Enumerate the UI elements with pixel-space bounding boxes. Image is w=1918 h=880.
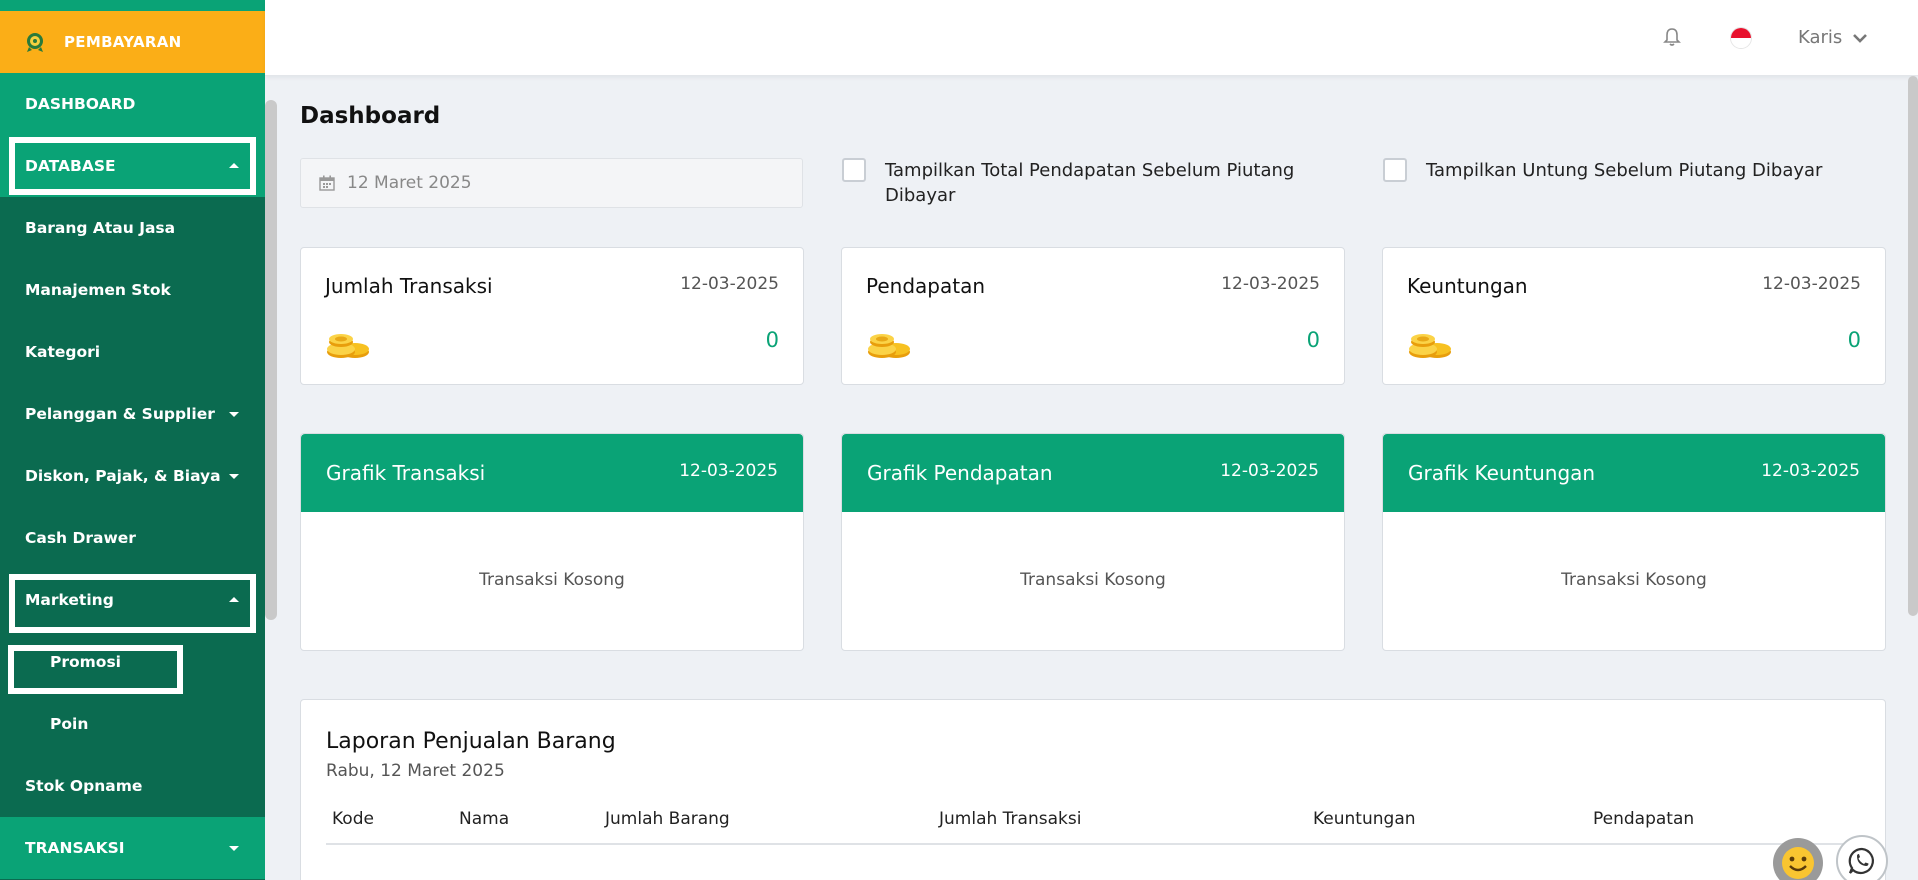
chart-empty-message: Transaksi Kosong	[1561, 570, 1707, 590]
chart-card-transaksi: Grafik Transaksi 12-03-2025 Transaksi Ko…	[300, 433, 804, 651]
brand-logo-icon	[27, 33, 43, 52]
user-name: Karis	[1798, 27, 1843, 48]
sidebar-top-strip	[0, 0, 265, 11]
checkbox-pendapatan-label: Tampilkan Total Pendapatan Sebelum Piuta…	[885, 160, 1295, 206]
sidebar-item-dashboard[interactable]: DASHBOARD	[0, 73, 265, 135]
chart-date: 12-03-2025	[1761, 461, 1860, 481]
chevron-down-icon	[1853, 33, 1868, 43]
bell-icon[interactable]	[1663, 27, 1681, 47]
whatsapp-icon	[1848, 847, 1874, 875]
coins-icon	[327, 334, 369, 358]
checkbox-untung-label: Tampilkan Untung Sebelum Piutang Dibayar	[1426, 160, 1823, 181]
report-card: Laporan Penjualan Barang Rabu, 12 Maret …	[300, 699, 1886, 880]
sidebar-item-label: Diskon, Pajak, & Biaya	[25, 467, 221, 485]
user-menu[interactable]: Karis	[1798, 27, 1868, 48]
stat-value: 0	[1847, 328, 1861, 352]
sidebar-item-label: TRANSAKSI	[25, 839, 125, 857]
chat-emoji-button[interactable]	[1773, 838, 1823, 880]
chart-date: 12-03-2025	[679, 461, 778, 481]
column-header-nama[interactable]: Nama	[459, 809, 509, 829]
main-scrollbar[interactable]	[1908, 76, 1918, 616]
sidebar: PEMBAYARAN DASHBOARD DATABASE Barang Ata…	[0, 0, 265, 880]
caret-down-icon	[229, 474, 239, 479]
caret-down-icon	[229, 412, 239, 417]
coins-icon	[868, 334, 910, 358]
column-header-kode[interactable]: Kode	[332, 809, 374, 829]
coins-icon	[1409, 334, 1451, 358]
stat-card-pendapatan: Pendapatan 12-03-2025 0	[841, 247, 1345, 385]
sidebar-item-transaksi[interactable]: TRANSAKSI	[0, 817, 265, 879]
stat-title: Jumlah Transaksi	[325, 274, 493, 298]
topbar: Karis	[265, 0, 1918, 76]
stat-value: 0	[765, 328, 779, 352]
indonesia-flag-icon[interactable]	[1730, 27, 1752, 49]
column-header-jumlah-transaksi[interactable]: Jumlah Transaksi	[939, 809, 1081, 829]
chart-card-pendapatan: Grafik Pendapatan 12-03-2025 Transaksi K…	[841, 433, 1345, 651]
brand-header[interactable]: PEMBAYARAN	[0, 11, 265, 73]
sidebar-item-label: Cash Drawer	[25, 529, 136, 547]
brand-label: PEMBAYARAN	[64, 33, 182, 51]
sidebar-item-label: Pelanggan & Supplier	[25, 405, 215, 423]
chart-card-keuntungan: Grafik Keuntungan 12-03-2025 Transaksi K…	[1382, 433, 1886, 651]
sidebar-item-diskon-pajak-biaya[interactable]: Diskon, Pajak, & Biaya	[0, 445, 265, 507]
chart-title: Grafik Transaksi	[326, 461, 486, 485]
sidebar-item-poin[interactable]: Poin	[0, 693, 265, 755]
sidebar-item-label: DASHBOARD	[25, 95, 136, 113]
stat-date: 12-03-2025	[1221, 274, 1320, 294]
stat-card-transaksi: Jumlah Transaksi 12-03-2025 0	[300, 247, 804, 385]
smiley-icon	[1782, 847, 1814, 879]
date-value: 12 Maret 2025	[347, 173, 472, 193]
sidebar-item-label: Stok Opname	[25, 777, 143, 795]
report-subtitle: Rabu, 12 Maret 2025	[326, 761, 505, 781]
caret-down-icon	[229, 846, 239, 851]
whatsapp-button[interactable]	[1836, 835, 1888, 880]
chart-empty-message: Transaksi Kosong	[1020, 570, 1166, 590]
sidebar-item-label: Kategori	[25, 343, 101, 361]
sidebar-item-label: Barang Atau Jasa	[25, 219, 176, 237]
sidebar-item-manajemen-stok[interactable]: Manajemen Stok	[0, 259, 265, 321]
checkbox-untung[interactable]	[1383, 158, 1407, 182]
sidebar-item-pelanggan-supplier[interactable]: Pelanggan & Supplier	[0, 383, 265, 445]
sidebar-item-kategori[interactable]: Kategori	[0, 321, 265, 383]
stat-title: Pendapatan	[866, 274, 986, 298]
calendar-icon	[319, 175, 335, 191]
column-header-keuntungan[interactable]: Keuntungan	[1313, 809, 1416, 829]
sidebar-item-barang-atau-jasa[interactable]: Barang Atau Jasa	[0, 197, 265, 259]
stat-date: 12-03-2025	[1762, 274, 1861, 294]
sidebar-item-label: Manajemen Stok	[25, 281, 171, 299]
highlight-marketing	[9, 574, 256, 633]
highlight-promosi	[8, 645, 183, 694]
chart-title: Grafik Keuntungan	[1408, 461, 1596, 485]
sidebar-item-stok-opname[interactable]: Stok Opname	[0, 755, 265, 817]
stat-title: Keuntungan	[1407, 274, 1528, 298]
chart-date: 12-03-2025	[1220, 461, 1319, 481]
sidebar-scrollbar[interactable]	[265, 100, 277, 620]
stat-card-keuntungan: Keuntungan 12-03-2025 0	[1382, 247, 1886, 385]
table-header-divider	[326, 843, 1860, 845]
sidebar-item-label: Poin	[50, 715, 89, 733]
page-title: Dashboard	[300, 103, 441, 129]
chart-empty-message: Transaksi Kosong	[479, 570, 625, 590]
stat-date: 12-03-2025	[680, 274, 779, 294]
checkbox-pendapatan[interactable]	[842, 158, 866, 182]
chart-header: Grafik Transaksi 12-03-2025	[301, 434, 803, 512]
stat-value: 0	[1306, 328, 1320, 352]
column-header-pendapatan[interactable]: Pendapatan	[1593, 809, 1694, 829]
sidebar-item-cash-drawer[interactable]: Cash Drawer	[0, 507, 265, 569]
date-picker-input[interactable]: 12 Maret 2025	[300, 158, 803, 208]
chart-header: Grafik Pendapatan 12-03-2025	[842, 434, 1344, 512]
report-title: Laporan Penjualan Barang	[326, 729, 616, 754]
chart-header: Grafik Keuntungan 12-03-2025	[1383, 434, 1885, 512]
column-header-jumlah-barang[interactable]: Jumlah Barang	[605, 809, 730, 829]
highlight-database	[9, 137, 256, 195]
chart-title: Grafik Pendapatan	[867, 461, 1053, 485]
